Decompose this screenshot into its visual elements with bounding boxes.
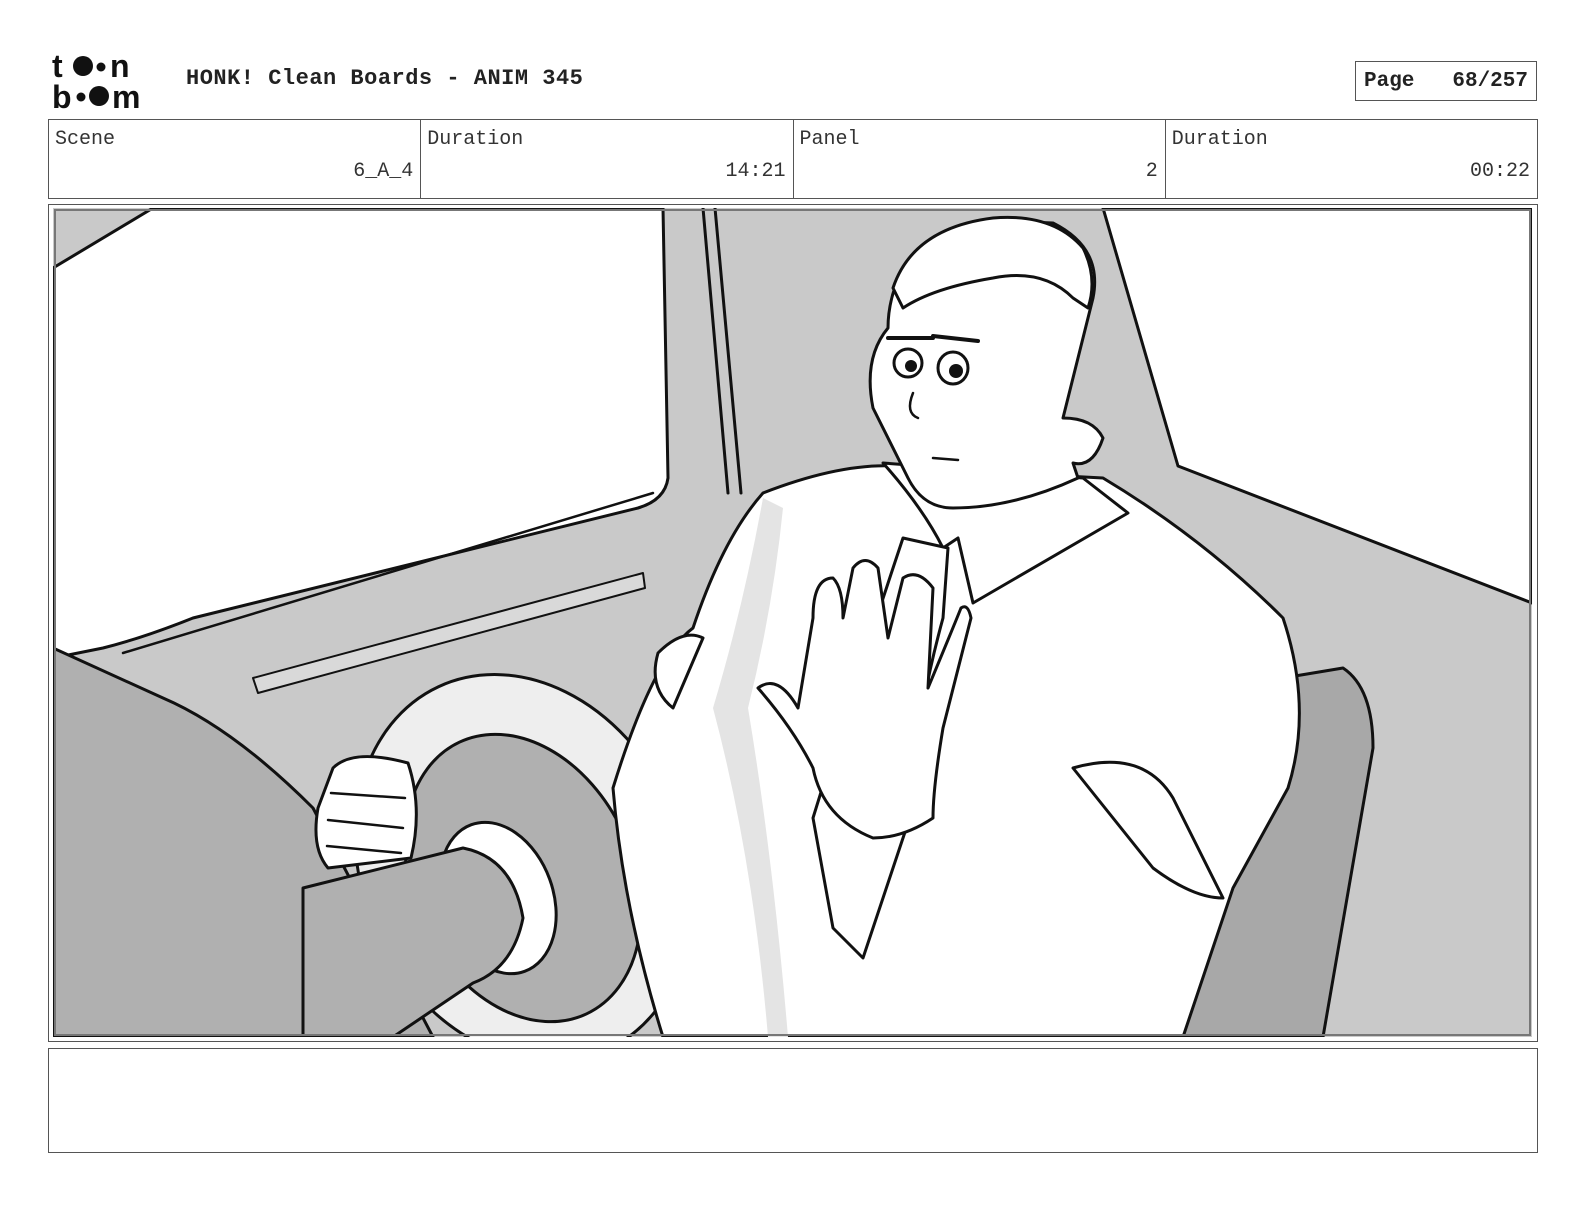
scene-info-row: Scene 6_A_4 Duration 14:21 Panel 2 Durat… <box>48 119 1538 199</box>
panel-cell: Panel 2 <box>794 120 1166 198</box>
panel-duration-label: Duration <box>1171 128 1268 151</box>
svg-text:b: b <box>52 79 72 112</box>
scene-duration-value: 14:21 <box>725 160 786 183</box>
panel-label: Panel <box>799 128 860 151</box>
storyboard-panel <box>48 204 1538 1042</box>
scene-value: 6_A_4 <box>353 160 414 183</box>
panel-notes-box <box>48 1048 1538 1153</box>
panel-duration-cell: Duration 00:22 <box>1166 120 1537 198</box>
storyboard-sketch-image <box>53 208 1532 1037</box>
scene-duration-label: Duration <box>427 128 524 151</box>
toon-boom-logo: t n b m <box>52 50 140 112</box>
page-indicator: Page 68/257 <box>1355 61 1537 101</box>
document-title: HONK! Clean Boards - ANIM 345 <box>186 66 584 91</box>
scene-cell: Scene 6_A_4 <box>49 120 422 198</box>
scene-label: Scene <box>55 128 116 151</box>
page-label: Page <box>1364 69 1415 93</box>
page-number: 68/257 <box>1452 69 1528 93</box>
panel-duration-value: 00:22 <box>1469 160 1530 183</box>
panel-value: 2 <box>1145 160 1158 183</box>
svg-text:m: m <box>112 79 140 112</box>
scene-duration-cell: Duration 14:21 <box>421 120 794 198</box>
